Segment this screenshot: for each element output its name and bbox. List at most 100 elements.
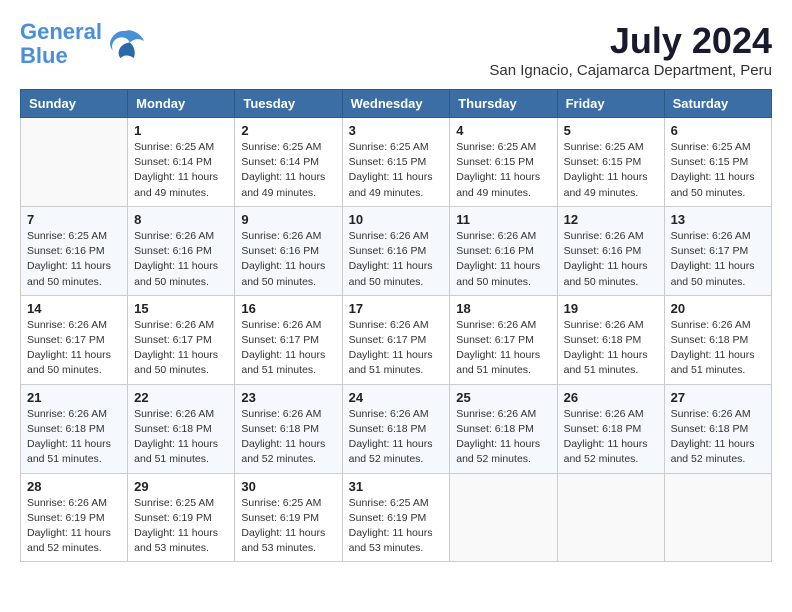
logo: GeneralBlue <box>20 20 146 68</box>
day-number: 7 <box>27 212 121 227</box>
day-info: Sunrise: 6:26 AM Sunset: 6:19 PM Dayligh… <box>27 496 121 557</box>
calendar-cell: 15 Sunrise: 6:26 AM Sunset: 6:17 PM Dayli… <box>128 295 235 384</box>
day-number: 26 <box>564 390 658 405</box>
day-number: 21 <box>27 390 121 405</box>
day-number: 20 <box>671 301 765 316</box>
day-info: Sunrise: 6:25 AM Sunset: 6:19 PM Dayligh… <box>241 496 335 557</box>
calendar-cell: 25 Sunrise: 6:26 AM Sunset: 6:18 PM Dayli… <box>450 384 557 473</box>
calendar-table: SundayMondayTuesdayWednesdayThursdayFrid… <box>20 89 772 562</box>
calendar-cell: 27 Sunrise: 6:26 AM Sunset: 6:18 PM Dayli… <box>664 384 771 473</box>
calendar-cell: 4 Sunrise: 6:25 AM Sunset: 6:15 PM Daylig… <box>450 118 557 207</box>
calendar-cell: 14Sunrise: 6:26 AM Sunset: 6:17 PM Dayli… <box>21 295 128 384</box>
header-saturday: Saturday <box>664 90 771 118</box>
calendar-cell: 13 Sunrise: 6:26 AM Sunset: 6:17 PM Dayli… <box>664 206 771 295</box>
day-info: Sunrise: 6:26 AM Sunset: 6:18 PM Dayligh… <box>564 318 658 379</box>
day-info: Sunrise: 6:26 AM Sunset: 6:17 PM Dayligh… <box>349 318 444 379</box>
day-info: Sunrise: 6:26 AM Sunset: 6:17 PM Dayligh… <box>27 318 121 379</box>
calendar-cell: 29 Sunrise: 6:25 AM Sunset: 6:19 PM Dayli… <box>128 473 235 562</box>
calendar-cell: 3 Sunrise: 6:25 AM Sunset: 6:15 PM Daylig… <box>342 118 450 207</box>
header-sunday: Sunday <box>21 90 128 118</box>
calendar-header: SundayMondayTuesdayWednesdayThursdayFrid… <box>21 90 772 118</box>
calendar-cell: 21 Sunrise: 6:26 AM Sunset: 6:18 PM Dayli… <box>21 384 128 473</box>
day-info: Sunrise: 6:26 AM Sunset: 6:18 PM Dayligh… <box>349 407 444 468</box>
day-info: Sunrise: 6:25 AM Sunset: 6:14 PM Dayligh… <box>241 140 335 201</box>
calendar-cell: 16 Sunrise: 6:26 AM Sunset: 6:17 PM Dayli… <box>235 295 342 384</box>
day-info: Sunrise: 6:26 AM Sunset: 6:17 PM Dayligh… <box>671 229 765 290</box>
calendar-cell: 28Sunrise: 6:26 AM Sunset: 6:19 PM Dayli… <box>21 473 128 562</box>
day-info: Sunrise: 6:26 AM Sunset: 6:16 PM Dayligh… <box>241 229 335 290</box>
calendar-cell: 11 Sunrise: 6:26 AM Sunset: 6:16 PM Dayli… <box>450 206 557 295</box>
day-number: 17 <box>349 301 444 316</box>
calendar-cell: 19 Sunrise: 6:26 AM Sunset: 6:18 PM Dayli… <box>557 295 664 384</box>
logo-text: GeneralBlue <box>20 20 102 68</box>
day-number: 23 <box>241 390 335 405</box>
calendar-body: 1 Sunrise: 6:25 AM Sunset: 6:14 PM Daylig… <box>21 118 772 562</box>
calendar-cell: 7Sunrise: 6:25 AM Sunset: 6:16 PM Daylig… <box>21 206 128 295</box>
day-info: Sunrise: 6:26 AM Sunset: 6:18 PM Dayligh… <box>456 407 550 468</box>
day-number: 6 <box>671 123 765 138</box>
week-row-2: 7Sunrise: 6:25 AM Sunset: 6:16 PM Daylig… <box>21 206 772 295</box>
header-thursday: Thursday <box>450 90 557 118</box>
calendar-cell <box>21 118 128 207</box>
header-wednesday: Wednesday <box>342 90 450 118</box>
header-friday: Friday <box>557 90 664 118</box>
day-number: 16 <box>241 301 335 316</box>
day-number: 1 <box>134 123 228 138</box>
day-info: Sunrise: 6:26 AM Sunset: 6:18 PM Dayligh… <box>27 407 121 468</box>
calendar-cell: 30 Sunrise: 6:25 AM Sunset: 6:19 PM Dayli… <box>235 473 342 562</box>
day-number: 9 <box>241 212 335 227</box>
day-number: 11 <box>456 212 550 227</box>
calendar-cell: 17 Sunrise: 6:26 AM Sunset: 6:17 PM Dayli… <box>342 295 450 384</box>
day-info: Sunrise: 6:26 AM Sunset: 6:17 PM Dayligh… <box>241 318 335 379</box>
day-number: 30 <box>241 479 335 494</box>
day-info: Sunrise: 6:25 AM Sunset: 6:19 PM Dayligh… <box>134 496 228 557</box>
calendar-cell <box>450 473 557 562</box>
calendar-cell: 1Sunrise: 6:25 AM Sunset: 6:14 PM Daylig… <box>128 118 235 207</box>
calendar-cell: 9 Sunrise: 6:26 AM Sunset: 6:16 PM Daylig… <box>235 206 342 295</box>
calendar-cell: 6 Sunrise: 6:25 AM Sunset: 6:15 PM Daylig… <box>664 118 771 207</box>
calendar-cell: 26Sunrise: 6:26 AM Sunset: 6:18 PM Dayli… <box>557 384 664 473</box>
day-info: Sunrise: 6:25 AM Sunset: 6:15 PM Dayligh… <box>564 140 658 201</box>
calendar-cell: 12Sunrise: 6:26 AM Sunset: 6:16 PM Dayli… <box>557 206 664 295</box>
day-number: 31 <box>349 479 444 494</box>
day-info: Sunrise: 6:26 AM Sunset: 6:16 PM Dayligh… <box>456 229 550 290</box>
day-number: 18 <box>456 301 550 316</box>
week-row-5: 28Sunrise: 6:26 AM Sunset: 6:19 PM Dayli… <box>21 473 772 562</box>
day-number: 27 <box>671 390 765 405</box>
calendar-cell: 24Sunrise: 6:26 AM Sunset: 6:18 PM Dayli… <box>342 384 450 473</box>
day-info: Sunrise: 6:26 AM Sunset: 6:17 PM Dayligh… <box>456 318 550 379</box>
header-monday: Monday <box>128 90 235 118</box>
day-info: Sunrise: 6:26 AM Sunset: 6:16 PM Dayligh… <box>349 229 444 290</box>
day-info: Sunrise: 6:25 AM Sunset: 6:19 PM Dayligh… <box>349 496 444 557</box>
day-info: Sunrise: 6:26 AM Sunset: 6:16 PM Dayligh… <box>134 229 228 290</box>
calendar-cell: 18 Sunrise: 6:26 AM Sunset: 6:17 PM Dayli… <box>450 295 557 384</box>
day-number: 13 <box>671 212 765 227</box>
title-area: July 2024 San Ignacio, Cajamarca Departm… <box>489 20 772 79</box>
day-info: Sunrise: 6:25 AM Sunset: 6:15 PM Dayligh… <box>671 140 765 201</box>
day-info: Sunrise: 6:26 AM Sunset: 6:18 PM Dayligh… <box>671 407 765 468</box>
day-info: Sunrise: 6:26 AM Sunset: 6:17 PM Dayligh… <box>134 318 228 379</box>
day-number: 22 <box>134 390 228 405</box>
day-number: 5 <box>564 123 658 138</box>
day-number: 25 <box>456 390 550 405</box>
calendar-cell: 10 Sunrise: 6:26 AM Sunset: 6:16 PM Dayli… <box>342 206 450 295</box>
day-info: Sunrise: 6:25 AM Sunset: 6:15 PM Dayligh… <box>349 140 444 201</box>
header-tuesday: Tuesday <box>235 90 342 118</box>
day-number: 2 <box>241 123 335 138</box>
week-row-1: 1 Sunrise: 6:25 AM Sunset: 6:14 PM Daylig… <box>21 118 772 207</box>
calendar-cell: 2 Sunrise: 6:25 AM Sunset: 6:14 PM Daylig… <box>235 118 342 207</box>
day-number: 19 <box>564 301 658 316</box>
day-number: 4 <box>456 123 550 138</box>
calendar-cell: 23Sunrise: 6:26 AM Sunset: 6:18 PM Dayli… <box>235 384 342 473</box>
day-info: Sunrise: 6:25 AM Sunset: 6:15 PM Dayligh… <box>456 140 550 201</box>
calendar-cell: 8Sunrise: 6:26 AM Sunset: 6:16 PM Daylig… <box>128 206 235 295</box>
day-number: 15 <box>134 301 228 316</box>
logo-bird-icon <box>106 27 146 62</box>
calendar-cell: 31 Sunrise: 6:25 AM Sunset: 6:19 PM Dayli… <box>342 473 450 562</box>
location-subtitle: San Ignacio, Cajamarca Department, Peru <box>489 62 772 79</box>
day-number: 3 <box>349 123 444 138</box>
day-number: 12 <box>564 212 658 227</box>
day-number: 10 <box>349 212 444 227</box>
day-number: 29 <box>134 479 228 494</box>
calendar-cell: 20Sunrise: 6:26 AM Sunset: 6:18 PM Dayli… <box>664 295 771 384</box>
